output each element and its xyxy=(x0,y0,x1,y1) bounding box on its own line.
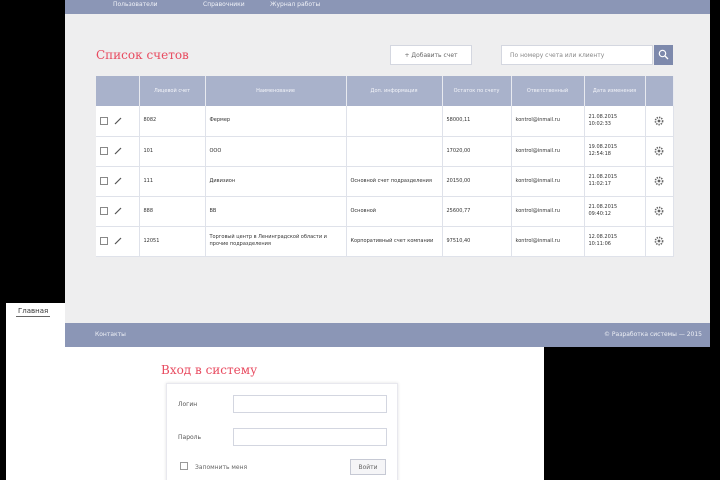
footer: Контакты © Разработка системы — 2015 xyxy=(65,323,710,347)
pencil-icon[interactable] xyxy=(114,237,122,245)
cell-responsible: kontrol@inmail.ru xyxy=(511,226,585,257)
table-row[interactable]: 111 Дивизион Основной счет подразделения… xyxy=(96,166,674,197)
column-header-name[interactable]: Наименование xyxy=(205,76,347,106)
search-input[interactable]: По номеру счета или клиенту xyxy=(501,45,653,65)
login-submit-button[interactable]: Войти xyxy=(350,459,386,475)
row-controls xyxy=(96,226,140,257)
row-checkbox[interactable] xyxy=(100,176,108,185)
cell-date: 21.08.2015 09:40:12 xyxy=(584,196,646,227)
footer-copyright: © Разработка системы — 2015 xyxy=(604,331,702,338)
password-label: Пароль xyxy=(178,434,202,441)
top-nav: Пользователи Справочники Журнал работы xyxy=(65,0,710,14)
cell-info xyxy=(346,106,443,137)
table-row[interactable]: 8082 Фермер 58000,11 kontrol@inmail.ru 2… xyxy=(96,106,674,137)
login-form: Логин Пароль Запомнить меня Войти xyxy=(166,383,398,480)
column-header-actions xyxy=(645,76,674,106)
cell-balance: 25600,77 xyxy=(442,196,512,227)
search-icon xyxy=(658,49,669,60)
cell-date: 21.08.2015 11:02:17 xyxy=(584,166,646,197)
row-checkbox[interactable] xyxy=(100,116,108,125)
pencil-icon[interactable] xyxy=(114,117,122,125)
login-window-tab[interactable]: Главная xyxy=(16,307,51,317)
column-header-account[interactable]: Лицевой счет xyxy=(139,76,206,106)
cell-balance: 20150,00 xyxy=(442,166,512,197)
accounts-table: Лицевой счет Наименование Доп. информаци… xyxy=(96,76,674,257)
table-row[interactable]: 888 ВВ Основной 25600,77 kontrol@inmail.… xyxy=(96,196,674,227)
password-input[interactable] xyxy=(233,428,387,446)
column-header-responsible[interactable]: Ответственный xyxy=(511,76,585,106)
nav-item-references[interactable]: Справочники xyxy=(203,1,245,8)
pencil-icon[interactable] xyxy=(114,177,122,185)
gear-icon[interactable] xyxy=(654,236,664,246)
row-controls xyxy=(96,106,140,137)
column-header-balance[interactable]: Остаток по счету xyxy=(442,76,512,106)
row-checkbox[interactable] xyxy=(100,236,108,245)
cell-responsible: kontrol@inmail.ru xyxy=(511,136,585,167)
cell-actions xyxy=(645,226,674,257)
nav-item-log[interactable]: Журнал работы xyxy=(270,1,320,8)
cell-info: Основной счет подразделения xyxy=(346,166,443,197)
login-input[interactable] xyxy=(233,395,387,413)
gear-icon[interactable] xyxy=(654,206,664,216)
column-header-info[interactable]: Доп. информация xyxy=(346,76,443,106)
remember-label: Запомнить меня xyxy=(195,464,248,471)
cell-account: 111 xyxy=(139,166,206,197)
nav-item-users[interactable]: Пользователи xyxy=(113,1,158,8)
page-title: Список счетов xyxy=(96,48,189,62)
cell-name: ВВ xyxy=(205,196,347,227)
cell-account: 12051 xyxy=(139,226,206,257)
cell-date: 19.08.2015 12:54:18 xyxy=(584,136,646,167)
search-button[interactable] xyxy=(654,45,673,65)
login-label: Логин xyxy=(178,401,198,408)
pencil-icon[interactable] xyxy=(114,147,122,155)
cell-actions xyxy=(645,196,674,227)
cell-info: Корпоративный счет компании xyxy=(346,226,443,257)
table-row[interactable]: 12051 Торговый центр в Ленинградской обл… xyxy=(96,226,674,257)
pencil-icon[interactable] xyxy=(114,207,122,215)
row-controls xyxy=(96,136,140,167)
cell-info xyxy=(346,136,443,167)
table-header-row: Лицевой счет Наименование Доп. информаци… xyxy=(96,76,674,106)
row-controls xyxy=(96,166,140,197)
row-controls xyxy=(96,196,140,227)
cell-actions xyxy=(645,136,674,167)
cell-date: 12.08.2015 10:11:06 xyxy=(584,226,646,257)
cell-date: 21.08.2015 10:02:33 xyxy=(584,106,646,137)
cell-name: Дивизион xyxy=(205,166,347,197)
gear-icon[interactable] xyxy=(654,176,664,186)
table-row[interactable]: 101 ООО 17020,00 kontrol@inmail.ru 19.08… xyxy=(96,136,674,167)
cell-name: Торговый центр в Ленинградской области и… xyxy=(205,226,347,257)
row-checkbox[interactable] xyxy=(100,146,108,155)
cell-actions xyxy=(645,106,674,137)
cell-responsible: kontrol@inmail.ru xyxy=(511,106,585,137)
add-account-button[interactable]: + Добавить счет xyxy=(390,45,472,65)
cell-responsible: kontrol@inmail.ru xyxy=(511,196,585,227)
cell-actions xyxy=(645,166,674,197)
cell-account: 888 xyxy=(139,196,206,227)
cell-balance: 97510,40 xyxy=(442,226,512,257)
cell-balance: 58000,11 xyxy=(442,106,512,137)
row-checkbox[interactable] xyxy=(100,206,108,215)
gear-icon[interactable] xyxy=(654,116,664,126)
cell-responsible: kontrol@inmail.ru xyxy=(511,166,585,197)
footer-contacts-link[interactable]: Контакты xyxy=(95,331,126,338)
cell-balance: 17020,00 xyxy=(442,136,512,167)
accounts-window: Пользователи Справочники Журнал работы С… xyxy=(65,0,710,347)
column-header-date[interactable]: Дата изменения xyxy=(584,76,646,106)
login-title: Вход в систему xyxy=(161,363,258,377)
gear-icon[interactable] xyxy=(654,146,664,156)
cell-account: 101 xyxy=(139,136,206,167)
cell-info: Основной xyxy=(346,196,443,227)
cell-name: ООО xyxy=(205,136,347,167)
column-header-select xyxy=(96,76,140,106)
cell-account: 8082 xyxy=(139,106,206,137)
cell-name: Фермер xyxy=(205,106,347,137)
remember-checkbox[interactable] xyxy=(180,462,188,470)
